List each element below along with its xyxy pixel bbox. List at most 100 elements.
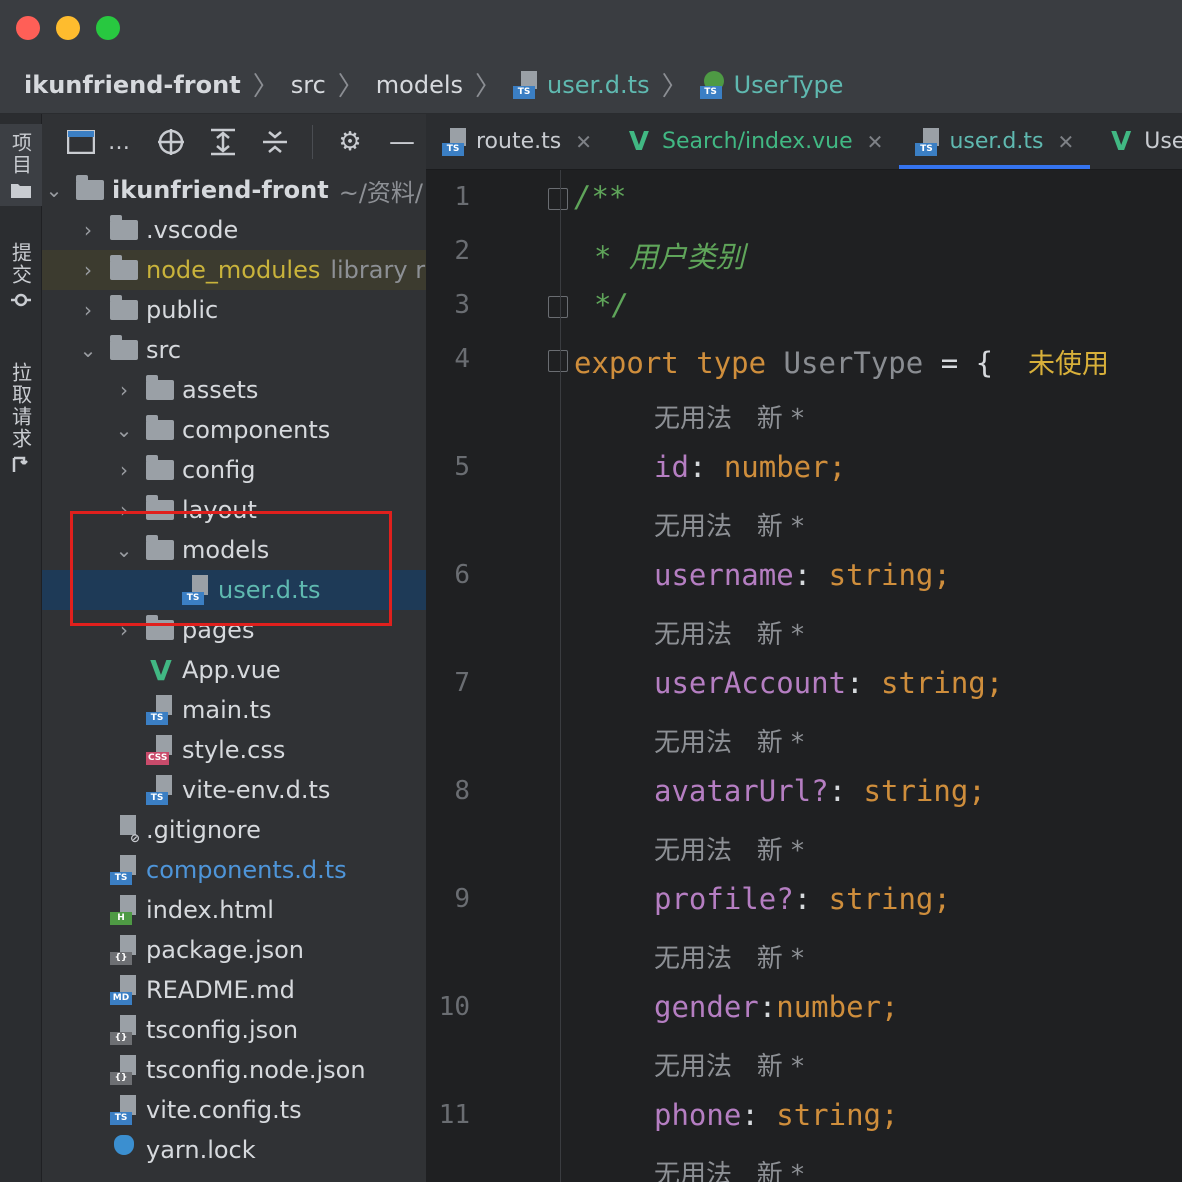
breadcrumb-project[interactable]: ikunfriend-front: [24, 71, 241, 99]
typescript-file-icon: TS: [146, 695, 176, 725]
folder-icon: [146, 615, 174, 640]
code-line-1: /**: [574, 180, 627, 214]
chevron-right-icon[interactable]: ›: [76, 258, 100, 282]
tree-row-main-ts[interactable]: TS main.ts: [42, 690, 426, 730]
chevron-right-icon[interactable]: ›: [112, 618, 136, 642]
line-number: 9: [454, 884, 470, 914]
tree-row-config[interactable]: › config: [42, 450, 426, 490]
tree-row-vscode[interactable]: › .vscode: [42, 210, 426, 250]
tree-label: config: [182, 456, 256, 484]
pull-request-icon: [12, 456, 28, 472]
chevron-right-icon[interactable]: ›: [112, 498, 136, 522]
tree-row-models[interactable]: ⌄ models: [42, 530, 426, 570]
zoom-window-button[interactable]: [96, 16, 120, 40]
tree-label: App.vue: [182, 656, 281, 684]
tab-label: Search/index.vue: [661, 129, 853, 154]
line-number: 6: [454, 560, 470, 590]
tree-row-src[interactable]: ⌄ src: [42, 330, 426, 370]
line-number: 7: [454, 668, 470, 698]
chevron-down-icon[interactable]: ⌄: [112, 418, 136, 442]
tree-row-yarn-lock[interactable]: yarn.lock: [42, 1130, 426, 1170]
tree-label: tsconfig.node.json: [146, 1056, 366, 1084]
tree-row-components[interactable]: ⌄ components: [42, 410, 426, 450]
tree-path-hint: ~/资料/: [338, 178, 423, 207]
expand-all-icon[interactable]: [208, 127, 238, 157]
tree-row-gitignore[interactable]: ⊘ .gitignore: [42, 810, 426, 850]
tree-row-vite-env[interactable]: TS vite-env.d.ts: [42, 770, 426, 810]
chevron-down-icon[interactable]: ⌄: [42, 178, 66, 202]
tree-label: .gitignore: [146, 816, 261, 844]
tree-row-package-json[interactable]: {} package.json: [42, 930, 426, 970]
code-line-10: gender:number;: [654, 990, 899, 1024]
chevron-right-icon: 〉: [661, 72, 688, 102]
breadcrumb-file[interactable]: user.d.ts: [547, 71, 650, 99]
chevron-right-icon[interactable]: ›: [112, 378, 136, 402]
project-toolbar: … ⚙ —: [42, 114, 426, 170]
tree-row-app-vue[interactable]: V App.vue: [42, 650, 426, 690]
json-file-icon: {}: [110, 1055, 140, 1085]
folder-icon: [146, 495, 174, 520]
chevron-right-icon[interactable]: ›: [112, 458, 136, 482]
tree-row-layout[interactable]: › layout: [42, 490, 426, 530]
tab-user-d-ts[interactable]: TS user.d.ts ✕: [899, 114, 1091, 169]
code-line-7: userAccount: string;: [654, 666, 1004, 700]
collapse-all-icon[interactable]: [260, 127, 290, 157]
hide-panel-icon[interactable]: —: [387, 127, 417, 157]
code-view[interactable]: /** * 用户类别 */ export type UserType = { 未…: [574, 170, 1182, 1182]
unused-hint: 未使用: [1028, 349, 1110, 380]
tree-row-node-modules[interactable]: › node_modules library r: [42, 250, 426, 290]
minimize-window-button[interactable]: [56, 16, 80, 40]
tree-label: src: [146, 336, 182, 364]
toolbar-divider: [312, 125, 313, 159]
typescript-file-icon: TS: [110, 1095, 140, 1125]
view-mode-icon[interactable]: [66, 127, 96, 157]
chevron-right-icon[interactable]: ›: [76, 298, 100, 322]
chevron-right-icon[interactable]: ›: [76, 218, 100, 242]
code-line-5: id: number;: [654, 450, 847, 484]
fold-marker-icon[interactable]: [548, 350, 568, 372]
tool-tab-pull-requests[interactable]: 拉取请求: [0, 354, 42, 480]
tree-row-tsconfig-node[interactable]: {} tsconfig.node.json: [42, 1050, 426, 1090]
tab-user-vue[interactable]: V User: [1090, 114, 1182, 169]
tree-row-pages[interactable]: › pages: [42, 610, 426, 650]
code-line-3: */: [594, 288, 629, 322]
tree-row-style-css[interactable]: CSS style.css: [42, 730, 426, 770]
tool-tab-project[interactable]: 项目: [0, 124, 42, 206]
gear-icon[interactable]: ⚙: [335, 127, 365, 157]
tree-label: vite.config.ts: [146, 1096, 302, 1124]
tree-row-components-d-ts[interactable]: TS components.d.ts: [42, 850, 426, 890]
vue-file-icon: V: [1111, 126, 1132, 157]
breadcrumb-models[interactable]: models: [376, 71, 463, 99]
tree-row-root[interactable]: ⌄ ikunfriend-front ~/资料/: [42, 170, 426, 210]
tree-label: components.d.ts: [146, 856, 347, 884]
tree-row-readme[interactable]: MD README.md: [42, 970, 426, 1010]
code-line-2: * 用户类别: [594, 240, 745, 274]
tab-route-ts[interactable]: TS route.ts ✕: [426, 114, 608, 169]
chevron-down-icon[interactable]: ⌄: [112, 538, 136, 562]
tree-row-tsconfig[interactable]: {} tsconfig.json: [42, 1010, 426, 1050]
close-window-button[interactable]: [16, 16, 40, 40]
tab-search-index-vue[interactable]: V Search/index.vue ✕: [608, 114, 899, 169]
window-titlebar: [0, 0, 1182, 56]
line-gutter: 1 2 3 4 5 6 7 8 9 10 11: [426, 170, 568, 1182]
view-options-icon[interactable]: …: [104, 127, 134, 157]
breadcrumb-src[interactable]: src: [291, 71, 326, 99]
locate-file-icon[interactable]: [156, 127, 186, 157]
fold-marker-icon[interactable]: [548, 188, 568, 210]
tool-tab-commit[interactable]: 提交: [0, 234, 42, 316]
close-icon[interactable]: ✕: [867, 130, 884, 154]
tree-label: pages: [182, 616, 255, 644]
tree-row-index-html[interactable]: H index.html: [42, 890, 426, 930]
tree-row-vite-config[interactable]: TS vite.config.ts: [42, 1090, 426, 1130]
line-number: 10: [438, 992, 470, 1022]
usage-hint: 无用法 新 *: [654, 944, 805, 974]
close-icon[interactable]: ✕: [1057, 130, 1074, 154]
tree-row-assets[interactable]: › assets: [42, 370, 426, 410]
close-icon[interactable]: ✕: [575, 130, 592, 154]
tree-label: .vscode: [146, 216, 239, 244]
fold-marker-icon[interactable]: [548, 296, 568, 318]
breadcrumb-symbol[interactable]: UserType: [734, 71, 844, 99]
chevron-down-icon[interactable]: ⌄: [76, 338, 100, 362]
tree-row-user-d-ts[interactable]: TS user.d.ts: [42, 570, 426, 610]
tree-row-public[interactable]: › public: [42, 290, 426, 330]
